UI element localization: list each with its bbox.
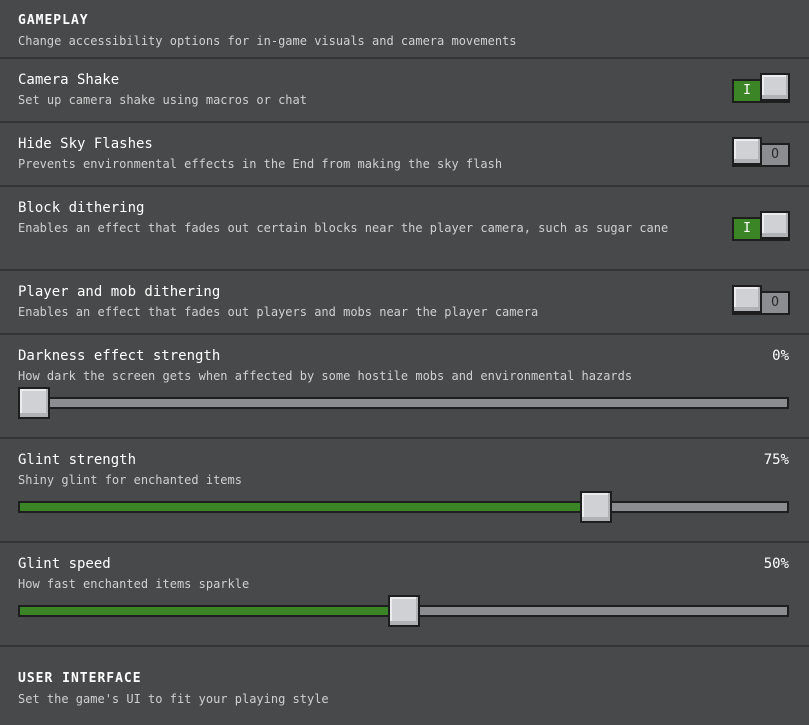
toggle-knob[interactable]: [732, 137, 762, 165]
toggle-on-mark: I: [743, 221, 751, 236]
setting-darkness-effect: Darkness effect strength 0% How dark the…: [0, 335, 809, 439]
setting-hide-sky-flashes: Hide Sky Flashes Prevents environmental …: [0, 123, 809, 187]
setting-block-dithering: Block dithering Enables an effect that f…: [0, 187, 809, 271]
toggle-off-mark: O: [771, 295, 779, 310]
glint-strength-slider[interactable]: [18, 491, 789, 523]
slider-thumb[interactable]: [387, 595, 420, 627]
setting-description: Set up camera shake using macros or chat: [18, 93, 307, 107]
section-title: USER INTERFACE: [18, 671, 142, 686]
user-interface-section-header: USER INTERFACE Set the game's UI to fit …: [0, 647, 809, 725]
setting-description: How fast enchanted items sparkle: [18, 577, 250, 591]
toggle-knob[interactable]: [732, 285, 762, 313]
camera-shake-toggle[interactable]: I: [732, 73, 790, 103]
block-dithering-toggle[interactable]: I: [732, 211, 790, 241]
setting-camera-shake: Camera Shake Set up camera shake using m…: [0, 59, 809, 123]
toggle-knob[interactable]: [760, 211, 790, 239]
setting-description: Prevents environmental effects in the En…: [18, 157, 503, 171]
darkness-effect-slider[interactable]: [18, 387, 789, 419]
setting-value: 75%: [763, 452, 789, 468]
setting-title: Player and mob dithering: [18, 284, 221, 300]
slider-thumb[interactable]: [18, 387, 50, 419]
section-subtitle: Change accessibility options for in-game…: [18, 34, 517, 48]
setting-description: Enables an effect that fades out certain…: [18, 221, 669, 235]
glint-speed-slider[interactable]: [18, 595, 789, 627]
setting-description: How dark the screen gets when affected b…: [18, 369, 633, 383]
player-mob-dithering-toggle[interactable]: O: [732, 285, 790, 315]
setting-description: Enables an effect that fades out players…: [18, 305, 539, 319]
slider-thumb[interactable]: [580, 491, 613, 523]
toggle-off-mark: O: [771, 147, 779, 162]
setting-title: Darkness effect strength: [18, 348, 221, 364]
gameplay-section-header: GAMEPLAY Change accessibility options fo…: [0, 0, 809, 59]
slider-rail[interactable]: [18, 397, 789, 409]
setting-player-mob-dithering: Player and mob dithering Enables an effe…: [0, 271, 809, 335]
setting-glint-speed: Glint speed 50% How fast enchanted items…: [0, 543, 809, 647]
slider-fill: [20, 607, 406, 615]
setting-title: Block dithering: [18, 200, 145, 216]
setting-title: Glint speed: [18, 556, 111, 572]
setting-glint-strength: Glint strength 75% Shiny glint for encha…: [0, 439, 809, 543]
section-title: GAMEPLAY: [18, 13, 89, 28]
setting-title: Camera Shake: [18, 72, 120, 88]
setting-value: 50%: [763, 556, 789, 572]
section-subtitle: Set the game's UI to fit your playing st…: [18, 692, 329, 706]
setting-title: Hide Sky Flashes: [18, 136, 153, 152]
toggle-on-mark: I: [743, 83, 751, 98]
setting-description: Shiny glint for enchanted items: [18, 473, 242, 487]
slider-fill: [20, 503, 599, 511]
hide-sky-flashes-toggle[interactable]: O: [732, 137, 790, 167]
setting-title: Glint strength: [18, 452, 137, 468]
toggle-knob[interactable]: [760, 73, 790, 101]
setting-value: 0%: [772, 348, 789, 364]
slider-rail[interactable]: [18, 501, 789, 513]
